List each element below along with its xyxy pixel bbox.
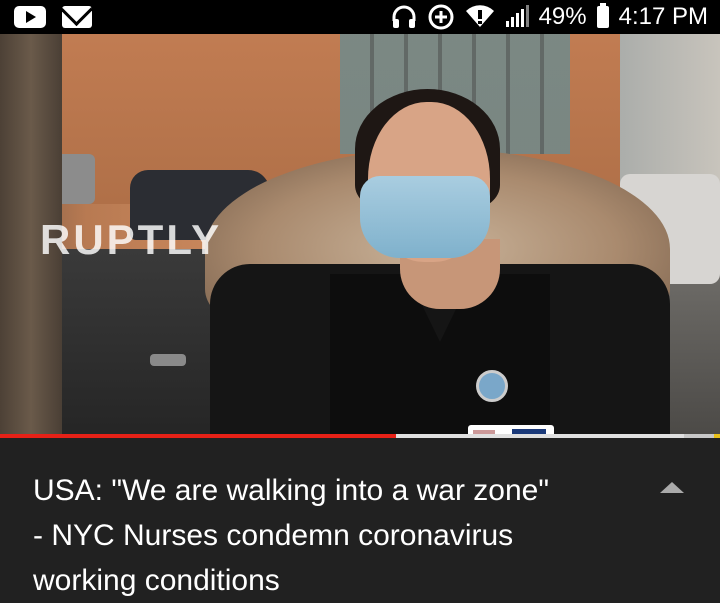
badge-reel (476, 370, 508, 402)
battery-icon (596, 3, 609, 28)
video-player[interactable]: RUPTLY (0, 34, 720, 438)
system-icons: 49% 4:17 PM (391, 0, 708, 34)
collapse-arrow-icon[interactable] (660, 482, 684, 493)
video-title-line: - NYC Nurses condemn coronavirus (33, 519, 514, 552)
channel-watermark: RUPTLY (40, 216, 223, 263)
status-bar: 49% 4:17 PM (0, 0, 720, 34)
youtube-icon (14, 6, 46, 28)
video-title-line: working conditions (33, 564, 280, 597)
clock: 4:17 PM (618, 3, 708, 30)
mail-icon (62, 6, 92, 28)
face-mask (360, 176, 490, 258)
video-info-panel: USA: "We are walking into a war zone" - … (0, 438, 720, 601)
data-saver-icon (428, 4, 454, 30)
video-title-line: USA: "We are walking into a war zone" (33, 474, 549, 507)
wifi-icon (465, 5, 494, 27)
headphones-icon (392, 5, 416, 28)
signal-icon (505, 5, 529, 27)
door-handle (150, 354, 186, 366)
notification-icons (14, 0, 92, 34)
battery-percent: 49% (538, 3, 587, 30)
video-title: USA: "We are walking into a war zone" - … (33, 468, 633, 603)
